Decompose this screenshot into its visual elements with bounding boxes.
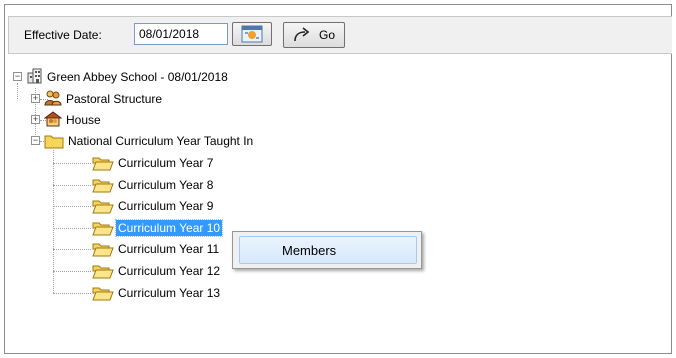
open-folder-icon	[92, 157, 114, 171]
tree-connector	[53, 293, 91, 294]
tree-connector	[53, 228, 91, 229]
group-people-icon	[44, 90, 62, 106]
open-folder-icon	[92, 287, 114, 301]
open-folder-icon	[92, 265, 114, 279]
collapse-toggle[interactable]: −	[13, 72, 22, 81]
tree-node-label: Curriculum Year 13	[118, 286, 221, 300]
expand-toggle[interactable]: +	[31, 115, 40, 124]
collapse-toggle[interactable]: −	[31, 136, 40, 145]
open-folder-icon	[92, 200, 114, 214]
context-menu-item-label: Members	[282, 243, 337, 258]
tree-node-label: Pastoral Structure	[66, 92, 163, 106]
tree-node-label: Curriculum Year 7	[118, 156, 214, 170]
tree-connector	[53, 185, 91, 186]
tree-node-label: Green Abbey School - 08/01/2018	[47, 70, 228, 84]
tree-connector	[53, 163, 91, 164]
tree-connector	[17, 83, 18, 99]
tree-node-label: House	[66, 113, 101, 127]
tree-connector	[53, 271, 91, 272]
tree-connector	[53, 206, 91, 207]
tree-connector	[53, 249, 91, 250]
open-folder-icon	[92, 243, 114, 257]
folder-icon	[44, 135, 64, 149]
context-menu-item-members[interactable]: Members	[239, 236, 417, 264]
tree-node-label: Curriculum Year 10	[114, 219, 224, 237]
tree-node-label: National Curriculum Year Taught In	[68, 134, 254, 148]
tree-node-label: Curriculum Year 12	[118, 264, 221, 278]
tree-node-label: Curriculum Year 8	[118, 178, 214, 192]
expand-toggle[interactable]: +	[31, 94, 40, 103]
context-menu: Members	[232, 231, 422, 269]
open-folder-icon	[92, 222, 114, 236]
structure-tree: − Green Abbey School - 08/01/2018 + Past…	[0, 0, 676, 358]
house-group-icon	[44, 111, 62, 127]
tree-node-label: Curriculum Year 11	[118, 242, 220, 256]
open-folder-icon	[92, 179, 114, 193]
school-icon	[27, 68, 42, 84]
tree-node-label: Curriculum Year 9	[118, 199, 214, 213]
